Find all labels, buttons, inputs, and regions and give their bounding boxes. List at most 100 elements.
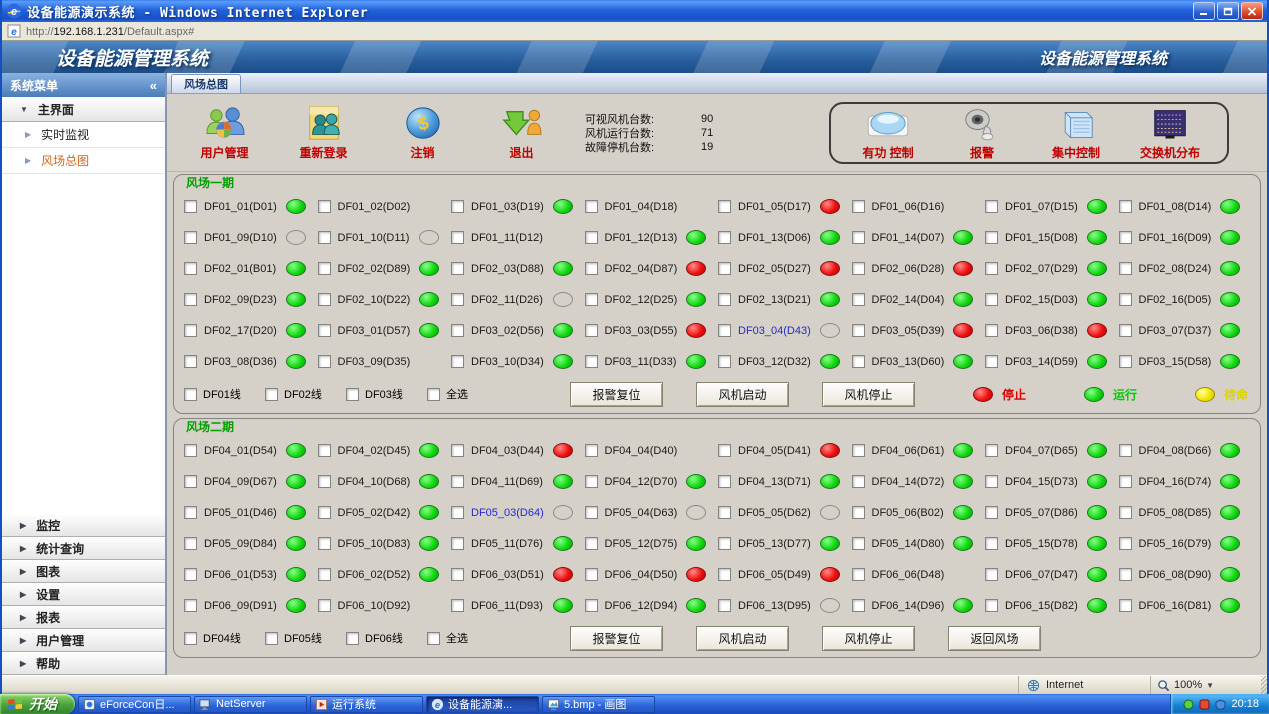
turbine-checkbox[interactable] (1119, 537, 1132, 550)
user-management-button[interactable]: 用户管理 (175, 105, 274, 161)
start-button[interactable]: 开始 (0, 694, 75, 714)
line-checkbox[interactable] (184, 632, 197, 645)
turbine-checkbox[interactable] (318, 262, 331, 275)
turbine-checkbox[interactable] (1119, 444, 1132, 457)
turbine-checkbox[interactable] (1119, 262, 1132, 275)
turbine-checkbox[interactable] (585, 324, 598, 337)
taskbar-item-2[interactable]: NetServer (194, 696, 307, 713)
active-power-control-button[interactable]: 有功 控制 (841, 107, 935, 161)
turbine-checkbox[interactable] (451, 444, 464, 457)
tab-windfarm-overview[interactable]: 风场总图 (171, 74, 241, 93)
turbine-checkbox[interactable] (718, 200, 731, 213)
turbine-checkbox[interactable] (585, 293, 598, 306)
sidebar-group-charts[interactable]: ▶图表 (2, 560, 165, 583)
turbine-checkbox[interactable] (585, 355, 598, 368)
turbine-checkbox[interactable] (318, 599, 331, 612)
line-checkbox[interactable] (346, 388, 359, 401)
turbine-checkbox[interactable] (184, 537, 197, 550)
turbine-checkbox[interactable] (985, 568, 998, 581)
return-windfarm-button[interactable]: 返回风场 (948, 626, 1041, 651)
line-checkbox[interactable] (265, 632, 278, 645)
turbine-checkbox[interactable] (318, 231, 331, 244)
turbine-checkbox[interactable] (852, 293, 865, 306)
turbine-checkbox[interactable] (718, 355, 731, 368)
fan-stop-button[interactable]: 风机停止 (822, 382, 915, 407)
turbine-checkbox[interactable] (852, 355, 865, 368)
turbine-checkbox[interactable] (1119, 231, 1132, 244)
turbine-checkbox[interactable] (718, 568, 731, 581)
turbine-checkbox[interactable] (852, 537, 865, 550)
turbine-checkbox[interactable] (585, 568, 598, 581)
turbine-checkbox[interactable] (451, 293, 464, 306)
fan-stop-button[interactable]: 风机停止 (822, 626, 915, 651)
turbine-checkbox[interactable] (1119, 475, 1132, 488)
switch-distribution-button[interactable]: 交换机分布 (1123, 107, 1217, 161)
sidebar-item-windfarm-overview[interactable]: ▶风场总图 (2, 148, 165, 174)
turbine-checkbox[interactable] (985, 231, 998, 244)
turbine-checkbox[interactable] (318, 200, 331, 213)
turbine-checkbox[interactable] (718, 506, 731, 519)
turbine-checkbox[interactable] (318, 506, 331, 519)
turbine-checkbox[interactable] (852, 599, 865, 612)
turbine-checkbox[interactable] (1119, 293, 1132, 306)
taskbar-item-3[interactable]: 运行系统 (310, 696, 423, 713)
turbine-checkbox[interactable] (1119, 200, 1132, 213)
turbine-checkbox[interactable] (852, 475, 865, 488)
line-checkbox[interactable] (265, 388, 278, 401)
sidebar-group-help[interactable]: ▶帮助 (2, 652, 165, 675)
taskbar-item-4[interactable]: e设备能源演... (426, 696, 539, 713)
turbine-checkbox[interactable] (184, 475, 197, 488)
sidebar-group-main[interactable]: ▼主界面 (2, 97, 165, 122)
minimize-button[interactable] (1193, 2, 1215, 20)
turbine-checkbox[interactable] (852, 262, 865, 275)
turbine-checkbox[interactable] (985, 200, 998, 213)
turbine-checkbox[interactable] (718, 444, 731, 457)
resize-grip[interactable] (1261, 676, 1267, 694)
turbine-checkbox[interactable] (451, 262, 464, 275)
turbine-checkbox[interactable] (585, 475, 598, 488)
turbine-checkbox[interactable] (184, 568, 197, 581)
turbine-checkbox[interactable] (1119, 324, 1132, 337)
turbine-checkbox[interactable] (585, 231, 598, 244)
line-checkbox[interactable] (346, 632, 359, 645)
turbine-checkbox[interactable] (318, 293, 331, 306)
line-checkbox[interactable] (427, 388, 440, 401)
turbine-checkbox[interactable] (585, 506, 598, 519)
turbine-checkbox[interactable] (852, 200, 865, 213)
turbine-checkbox[interactable] (985, 262, 998, 275)
sidebar-item-realtime-monitor[interactable]: ▶实时监视 (2, 122, 165, 148)
turbine-checkbox[interactable] (985, 506, 998, 519)
zoom-control[interactable]: 100% ▼ (1151, 676, 1261, 694)
line-checkbox[interactable] (184, 388, 197, 401)
turbine-checkbox[interactable] (451, 231, 464, 244)
turbine-checkbox[interactable] (318, 568, 331, 581)
sidebar-group-stats-query[interactable]: ▶统计查询 (2, 537, 165, 560)
turbine-checkbox[interactable] (451, 324, 464, 337)
turbine-checkbox[interactable] (318, 324, 331, 337)
turbine-checkbox[interactable] (718, 537, 731, 550)
turbine-checkbox[interactable] (985, 444, 998, 457)
relogin-button[interactable]: 重新登录 (274, 105, 373, 161)
turbine-checkbox[interactable] (585, 444, 598, 457)
turbine-checkbox[interactable] (585, 200, 598, 213)
exit-button[interactable]: 退出 (472, 105, 571, 161)
turbine-checkbox[interactable] (585, 599, 598, 612)
turbine-checkbox[interactable] (184, 355, 197, 368)
sidebar-group-reports[interactable]: ▶报表 (2, 606, 165, 629)
turbine-checkbox[interactable] (985, 324, 998, 337)
line-checkbox[interactable] (427, 632, 440, 645)
turbine-checkbox[interactable] (985, 293, 998, 306)
turbine-checkbox[interactable] (451, 568, 464, 581)
turbine-checkbox[interactable] (184, 599, 197, 612)
turbine-checkbox[interactable] (985, 537, 998, 550)
turbine-checkbox[interactable] (451, 599, 464, 612)
turbine-checkbox[interactable] (318, 444, 331, 457)
turbine-checkbox[interactable] (718, 599, 731, 612)
restore-button[interactable] (1217, 2, 1239, 20)
turbine-checkbox[interactable] (718, 324, 731, 337)
turbine-checkbox[interactable] (1119, 568, 1132, 581)
turbine-checkbox[interactable] (985, 355, 998, 368)
turbine-checkbox[interactable] (852, 444, 865, 457)
turbine-checkbox[interactable] (184, 231, 197, 244)
turbine-checkbox[interactable] (184, 200, 197, 213)
